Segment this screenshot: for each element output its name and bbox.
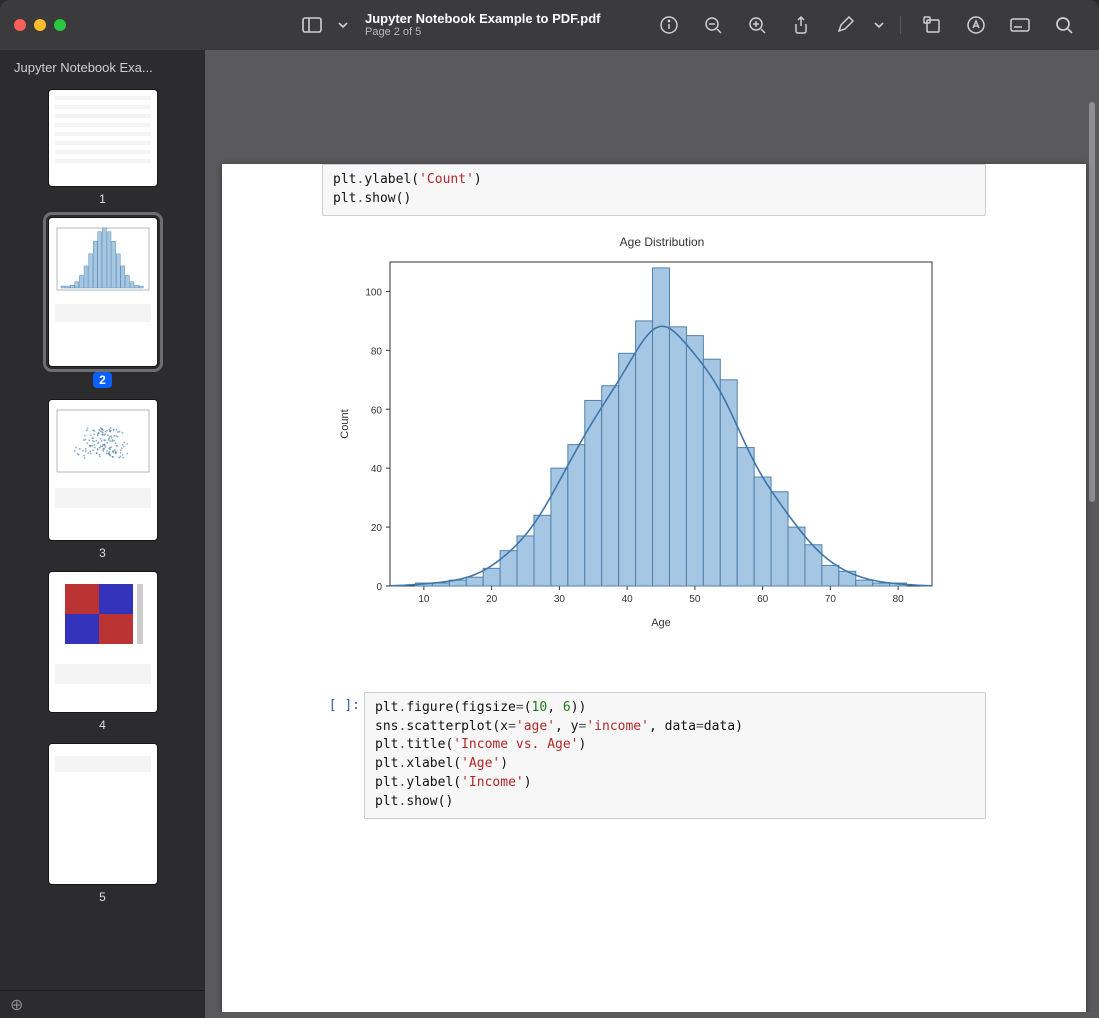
svg-text:Age: Age bbox=[651, 617, 671, 629]
svg-text:70: 70 bbox=[825, 594, 837, 605]
rotate-icon[interactable] bbox=[915, 8, 949, 42]
cell-prompt: [ ]: bbox=[322, 692, 360, 713]
add-page-icon[interactable]: ⊕ bbox=[10, 995, 23, 1015]
svg-text:Count: Count bbox=[339, 409, 351, 438]
svg-text:Age Distribution: Age Distribution bbox=[620, 235, 705, 249]
pdf-page: plt.ylabel('Count') plt.show() Age Distr… bbox=[222, 164, 1086, 1012]
zoom-icon[interactable] bbox=[54, 19, 66, 31]
chevron-down-icon[interactable] bbox=[335, 8, 351, 42]
zoom-out-icon[interactable] bbox=[696, 8, 730, 42]
thumbnail-page-1[interactable] bbox=[49, 90, 157, 186]
svg-text:80: 80 bbox=[371, 346, 383, 357]
code-cell-output-tail: plt.ylabel('Count') plt.show() bbox=[322, 164, 986, 216]
close-icon[interactable] bbox=[14, 19, 26, 31]
histogram-chart: Age Distribution 0 20 40 60 80 100 10 20 30 40 50 60… bbox=[332, 232, 952, 632]
thumbnail-page-2[interactable] bbox=[49, 218, 157, 366]
svg-text:50: 50 bbox=[689, 594, 701, 605]
chevron-down-icon[interactable] bbox=[872, 8, 886, 42]
thumbnail-number: 3 bbox=[99, 546, 106, 560]
thumbnail-number: 2 bbox=[93, 372, 112, 388]
search-icon[interactable] bbox=[1047, 8, 1081, 42]
thumbnail-number: 5 bbox=[99, 890, 106, 904]
svg-text:20: 20 bbox=[486, 594, 498, 605]
svg-text:100: 100 bbox=[365, 287, 382, 298]
thumbnail-page-4[interactable] bbox=[49, 572, 157, 712]
vertical-scrollbar[interactable] bbox=[1089, 102, 1095, 502]
titlebar: Jupyter Notebook Example to PDF.pdf Page… bbox=[0, 0, 1099, 50]
info-icon[interactable] bbox=[652, 8, 686, 42]
svg-text:0: 0 bbox=[376, 582, 382, 593]
svg-text:30: 30 bbox=[554, 594, 566, 605]
window-controls bbox=[14, 19, 66, 31]
toolbar-right bbox=[652, 8, 1099, 42]
code-cell-scatterplot: plt.figure(figsize=(10, 6)) sns.scatterp… bbox=[364, 692, 986, 819]
svg-text:40: 40 bbox=[622, 594, 634, 605]
page-viewport[interactable]: plt.ylabel('Count') plt.show() Age Distr… bbox=[205, 50, 1099, 1018]
svg-text:80: 80 bbox=[893, 594, 905, 605]
markup-icon[interactable] bbox=[828, 8, 862, 42]
share-icon[interactable] bbox=[784, 8, 818, 42]
thumbnail-page-5[interactable] bbox=[49, 744, 157, 884]
svg-text:60: 60 bbox=[371, 405, 383, 416]
sidebar-toggle-button[interactable] bbox=[295, 8, 329, 42]
document-title: Jupyter Notebook Example to PDF.pdf bbox=[365, 11, 600, 27]
svg-text:40: 40 bbox=[371, 464, 383, 475]
svg-text:20: 20 bbox=[371, 523, 383, 534]
thumbnail-page-3[interactable] bbox=[49, 400, 157, 540]
page-indicator: Page 2 of 5 bbox=[365, 26, 600, 39]
highlighter-icon[interactable] bbox=[959, 8, 993, 42]
thumbnail-number: 4 bbox=[99, 718, 106, 732]
thumbnail-number: 1 bbox=[99, 192, 106, 206]
thumbnail-sidebar: Jupyter Notebook Exa... 1 2 3 4 5 ⊕ bbox=[0, 50, 205, 1018]
sidebar-doc-label: Jupyter Notebook Exa... bbox=[14, 60, 189, 75]
document-title-block: Jupyter Notebook Example to PDF.pdf Page… bbox=[365, 11, 600, 40]
zoom-in-icon[interactable] bbox=[740, 8, 774, 42]
redact-icon[interactable] bbox=[1003, 8, 1037, 42]
svg-text:60: 60 bbox=[757, 594, 769, 605]
minimize-icon[interactable] bbox=[34, 19, 46, 31]
svg-text:10: 10 bbox=[418, 594, 430, 605]
